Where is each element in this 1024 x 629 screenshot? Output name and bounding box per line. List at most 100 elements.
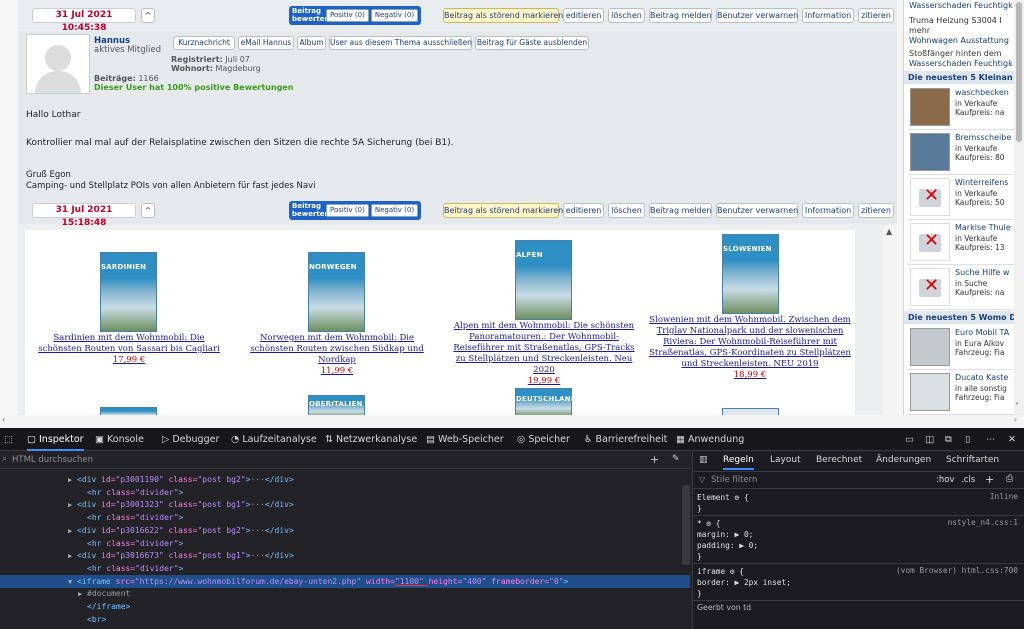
email-user-button[interactable]: eMail Hannus (238, 36, 294, 50)
css-rule-line[interactable]: } (697, 503, 702, 514)
book-cover-deutschland[interactable]: DEUTSCHLAND (515, 388, 577, 415)
report-button[interactable]: Beitrag melden (649, 8, 712, 23)
warn-user-button[interactable]: Benutzer verwarnen (716, 8, 798, 23)
mark-disturbing-button[interactable]: Beitrag als störend markieren (443, 203, 563, 218)
book-title[interactable]: Slowenien mit dem Wohnmobil. Zwischen de… (649, 315, 851, 369)
edit-button[interactable]: editieren (563, 203, 604, 218)
book-title[interactable]: Sardinien mit dem Wohnmobil: Die schönst… (38, 333, 220, 354)
rule-source-link[interactable]: Inline (990, 492, 1018, 501)
rate-negative-button[interactable]: Negativ (0) (370, 8, 419, 22)
tab-fonts[interactable]: Schriftarten (946, 455, 999, 465)
item-thumbnail[interactable] (910, 373, 950, 411)
rule-source-link[interactable]: (vom Browser) html.css:700 (896, 566, 1018, 575)
book-item[interactable]: Norwegen mit dem Wohnmobil: Die schönste… (243, 333, 431, 377)
markup-node[interactable]: ▶ <div id="p3016622" class="post bg2">···… (0, 524, 690, 537)
ad-scrollbar[interactable]: ▲ (883, 225, 897, 415)
tab-accessibility[interactable]: ♿ Barrierefreiheit (584, 428, 667, 451)
private-message-button[interactable]: Kurznachricht (173, 36, 235, 50)
settings-icon[interactable]: ▯ (965, 428, 970, 451)
book-cover-row2[interactable] (722, 408, 779, 415)
scrollbar-thumb[interactable] (1016, 2, 1022, 142)
add-rule-icon[interactable]: + (985, 473, 994, 486)
tab-computed[interactable]: Berechnet (816, 455, 862, 465)
tab-inspector[interactable]: ▢ Inspektor (27, 428, 84, 451)
markup-node[interactable]: <hr class="divider"> (0, 562, 690, 575)
delete-button[interactable]: löschen (608, 203, 645, 218)
sidebar-link[interactable]: Stoßfänger hinten dem (909, 49, 1014, 59)
hide-for-guests-button[interactable]: Beitrag für Gäste ausblenden (475, 36, 589, 50)
css-rule-line[interactable]: iframe ⚙ { (697, 566, 744, 577)
markup-node[interactable]: <hr class="divider"> (0, 486, 690, 499)
sidebar-link[interactable]: Wohnwagen Ausstattung (909, 36, 1014, 46)
signature-link[interactable]: Camping- und Stellplatz POIs von allen A… (26, 181, 316, 191)
warn-user-button[interactable]: Benutzer verwarnen (716, 203, 798, 218)
classified-item[interactable]: waschbecken in Verkaufe Kaufpreis: na (908, 85, 1014, 130)
css-rule-line[interactable]: padding: ▶ 0; (697, 540, 758, 551)
markup-node[interactable]: <hr class="divider"> (0, 537, 690, 550)
classified-item[interactable]: Bremsscheibe in Verkaufe Kaufpreis: 80 (908, 130, 1014, 175)
css-rule-line[interactable]: Geerbt von td (697, 602, 751, 613)
scroll-top-button[interactable]: ^ (141, 8, 155, 23)
quote-button[interactable]: zitieren (858, 203, 894, 218)
exclude-user-button[interactable]: User aus diesem Thema ausschließen (329, 36, 472, 50)
post-date[interactable]: 31 Jul 2021 15:18:48 (32, 203, 136, 228)
book-item[interactable]: Alpen mit dem Wohnmobil: Die schönsten P… (450, 321, 638, 387)
responsive-icon[interactable]: ⧉ (945, 428, 952, 451)
hov-toggle[interactable]: :hov (936, 475, 954, 485)
markup-node[interactable]: <hr class="divider"> (0, 511, 690, 524)
book-cover-alpen[interactable]: ALPEN (515, 240, 572, 320)
sidebar-link[interactable]: Truma Heizung S3004 I (909, 16, 1014, 26)
tab-console[interactable]: ▣ Konsole (95, 428, 144, 451)
chevron-up-icon[interactable]: ▲ (886, 227, 892, 236)
rule-source-link[interactable]: nstyle_n4.css:1 (948, 518, 1018, 527)
html-search-input[interactable]: HTML durchsuchen (12, 455, 93, 465)
more-options-icon[interactable]: ⋯ (986, 428, 996, 451)
item-thumbnail[interactable] (910, 133, 950, 171)
no-image-icon[interactable] (910, 268, 950, 306)
tab-changes[interactable]: Änderungen (876, 455, 931, 465)
edit-button[interactable]: editieren (563, 8, 604, 23)
rate-negative-button[interactable]: Negativ (0) (370, 203, 419, 217)
markup-node[interactable]: ▶ <div id="p3016673" class="post bg1">···… (0, 549, 690, 562)
css-rule-line[interactable]: } (697, 551, 702, 562)
classified-item[interactable]: Suche Hilfe win SucheKaufpreis: na (908, 265, 1014, 310)
sidebar-link[interactable]: Wasserschaden Feuchtigk (909, 59, 1014, 69)
tab-network[interactable]: ⇅ Netzwerkanalyse (325, 428, 417, 451)
eyedropper-icon[interactable]: ✎ (672, 454, 680, 464)
avatar[interactable] (26, 34, 90, 94)
css-rule-line[interactable]: } (697, 588, 702, 599)
chevron-down-icon[interactable]: ˅ (1015, 402, 1019, 411)
rate-positive-button[interactable]: Positiv (0) (326, 8, 369, 22)
styles-filter-input[interactable]: Stile filtern (711, 475, 757, 485)
page-scrollbar[interactable]: ˅ (1014, 0, 1024, 415)
quote-button[interactable]: zitieren (858, 8, 894, 23)
sidebar-link[interactable]: mehr (909, 26, 1014, 36)
tab-application[interactable]: ▦ Anwendung (676, 428, 744, 451)
css-rule-line[interactable]: margin: ▶ 0; (697, 529, 753, 540)
post-date[interactable]: 31 Jul 2021 10:45:38 (32, 8, 136, 33)
markup-node[interactable]: </iframe> (0, 600, 690, 613)
markup-node[interactable]: ▶ <div id="p3001190" class="post bg2">···… (0, 473, 690, 486)
book-cover-row2[interactable] (100, 407, 157, 415)
mark-disturbing-button[interactable]: Beitrag als störend markieren (443, 8, 563, 23)
css-rule-line[interactable]: Element ⚙ { (697, 492, 749, 503)
sidebar-link[interactable]: Wasserschaden Feuchtigk (909, 1, 1014, 11)
book-cover-slowenien[interactable]: SLOWENIEN (722, 234, 779, 314)
vehicle-item[interactable]: Ducato Kaste in alle sonstig Fahrzeug: Fia (908, 370, 1014, 415)
item-thumbnail[interactable] (910, 88, 950, 126)
element-picker-icon[interactable]: ⬚ (4, 428, 18, 451)
tab-debugger[interactable]: ▷ Debugger (162, 428, 219, 451)
cls-toggle[interactable]: .cls (961, 475, 975, 485)
css-rule-line[interactable]: border: ▶ 2px inset; (697, 577, 791, 588)
html-search-bar[interactable]: ⌕ HTML durchsuchen + ✎ (0, 452, 690, 469)
book-cover-oberitalien[interactable]: OBERITALIEN (308, 395, 365, 415)
information-button[interactable]: Information (802, 203, 854, 218)
report-button[interactable]: Beitrag melden (649, 203, 712, 218)
book-title[interactable]: Alpen mit dem Wohnmobil: Die schönsten P… (453, 321, 634, 375)
screenshot-icon[interactable]: ◫ (925, 428, 934, 451)
tab-layout[interactable]: Layout (770, 455, 801, 465)
close-icon[interactable]: ✕ (1008, 428, 1016, 451)
markup-scrollbar[interactable] (682, 485, 690, 565)
print-icon[interactable]: ⎙ (1006, 474, 1013, 484)
tab-performance[interactable]: ◔ Laufzeitanalyse (231, 428, 317, 451)
